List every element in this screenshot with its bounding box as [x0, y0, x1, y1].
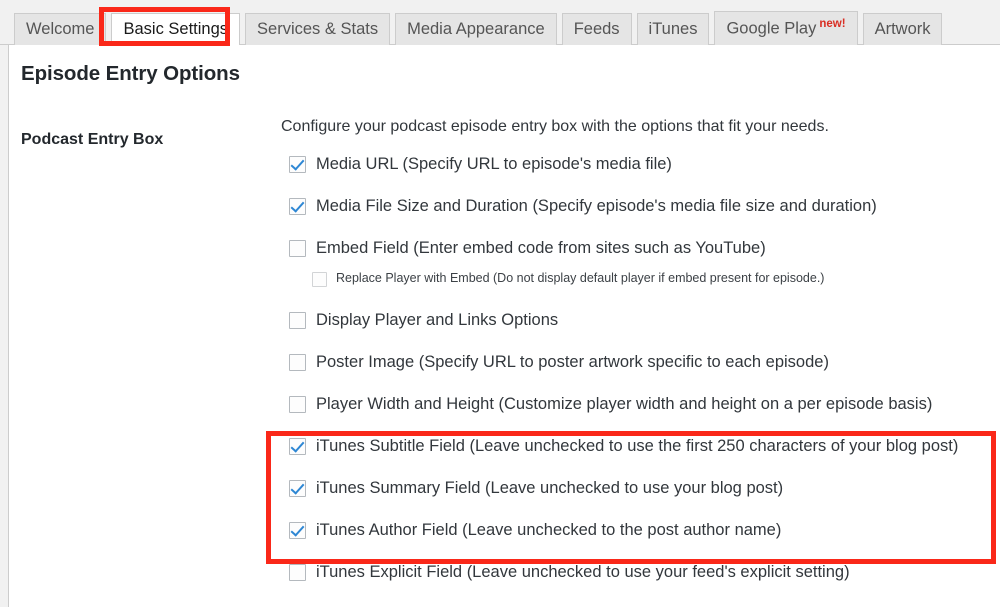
tab-label: Feeds	[573, 19, 620, 38]
tab-artwork[interactable]: Artwork	[862, 12, 943, 45]
tab-welcome[interactable]: Welcome	[14, 12, 107, 45]
section-label-podcast-entry-box: Podcast Entry Box	[21, 131, 164, 148]
option-label: Media URL (Specify URL to episode's medi…	[316, 155, 672, 174]
option-row[interactable]: Replace Player with Embed (Do not displa…	[312, 268, 993, 290]
option-row[interactable]: Player Width and Height (Customize playe…	[289, 390, 993, 418]
option-label: Player Width and Height (Customize playe…	[316, 395, 933, 414]
tab-basic-settings[interactable]: Basic Settings	[111, 12, 241, 45]
checkbox-checked-icon[interactable]	[289, 521, 306, 539]
tab-google-play[interactable]: Google Play new!	[714, 11, 858, 45]
checkbox-checked-icon[interactable]	[289, 437, 306, 455]
page-title: Episode Entry Options	[21, 62, 240, 85]
checkbox-checked-icon[interactable]	[289, 197, 306, 215]
intro-text: Configure your podcast episode entry box…	[281, 118, 829, 135]
checkbox-unchecked-icon[interactable]	[289, 353, 306, 371]
checkbox-unchecked-icon[interactable]	[289, 311, 306, 329]
checkbox-unchecked-icon[interactable]	[289, 239, 306, 257]
tab-label: Artwork	[874, 19, 931, 38]
tab-feeds[interactable]: Feeds	[561, 12, 632, 45]
option-row[interactable]: iTunes Author Field (Leave unchecked to …	[289, 516, 993, 544]
option-label: iTunes Subtitle Field (Leave unchecked t…	[316, 437, 959, 456]
option-label: Media File Size and Duration (Specify ep…	[316, 197, 877, 216]
option-row[interactable]: iTunes Subtitle Field (Leave unchecked t…	[289, 432, 993, 460]
tab-label: Google Play	[726, 19, 817, 38]
option-row[interactable]: Poster Image (Specify URL to poster artw…	[289, 348, 993, 376]
option-checkbox-list: Media URL (Specify URL to episode's medi…	[281, 150, 993, 586]
option-label: iTunes Explicit Field (Leave unchecked t…	[316, 563, 850, 582]
option-label: iTunes Author Field (Leave unchecked to …	[316, 521, 782, 540]
option-row[interactable]: iTunes Explicit Field (Leave unchecked t…	[289, 558, 993, 586]
option-label: Embed Field (Enter embed code from sites…	[316, 239, 766, 258]
option-row[interactable]: Embed Field (Enter embed code from sites…	[289, 234, 993, 262]
option-label: Replace Player with Embed (Do not displa…	[336, 271, 825, 286]
checkbox-unchecked-icon[interactable]	[312, 271, 327, 287]
content-panel: Episode Entry Options Podcast Entry Box …	[8, 45, 1000, 607]
option-row[interactable]: Media File Size and Duration (Specify ep…	[289, 192, 993, 220]
tab-services-stats[interactable]: Services & Stats	[245, 12, 391, 45]
new-badge: new!	[819, 18, 846, 30]
checkbox-unchecked-icon[interactable]	[289, 563, 306, 581]
checkbox-checked-icon[interactable]	[289, 479, 306, 497]
option-row[interactable]: Display Player and Links Options	[289, 306, 993, 334]
tab-label: Basic Settings	[123, 19, 229, 38]
tab-label: iTunes	[648, 19, 698, 38]
checkbox-checked-icon[interactable]	[289, 155, 306, 173]
option-label: Display Player and Links Options	[316, 311, 559, 330]
option-label: iTunes Summary Field (Leave unchecked to…	[316, 479, 784, 498]
tab-media-appearance[interactable]: Media Appearance	[395, 12, 557, 45]
options-column: Configure your podcast episode entry box…	[281, 117, 993, 600]
option-label: Poster Image (Specify URL to poster artw…	[316, 353, 829, 372]
tab-label: Services & Stats	[257, 19, 379, 38]
tab-itunes[interactable]: iTunes	[636, 12, 710, 45]
tab-label: Media Appearance	[407, 19, 545, 38]
tab-bar: Welcome Basic Settings Services & Stats Med…	[0, 0, 1000, 45]
option-row[interactable]: Media URL (Specify URL to episode's medi…	[289, 150, 993, 178]
option-row[interactable]: iTunes Summary Field (Leave unchecked to…	[289, 474, 993, 502]
tab-label: Welcome	[26, 19, 95, 38]
checkbox-unchecked-icon[interactable]	[289, 395, 306, 413]
